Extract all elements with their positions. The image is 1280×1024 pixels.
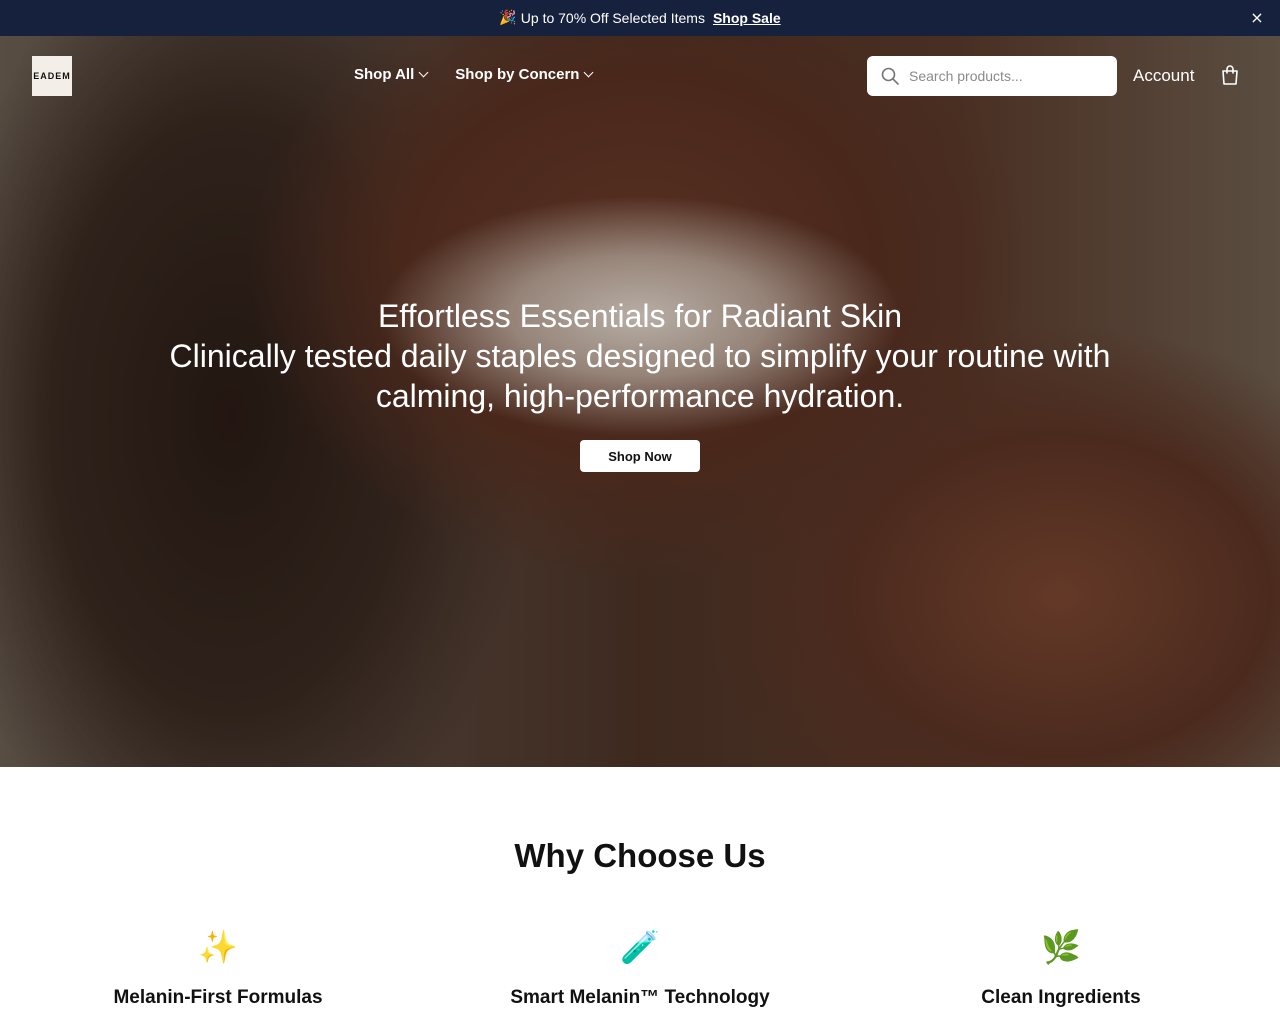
- feature-title: Smart Melanin™ Technology: [510, 987, 770, 1008]
- shop-now-button[interactable]: Shop Now: [580, 440, 700, 472]
- shop-sale-link[interactable]: Shop Sale: [713, 10, 781, 26]
- why-choose-us-section: Why Choose Us ✨ Melanin-First Formulas 🧪…: [0, 767, 1280, 1024]
- chevron-down-icon: [418, 67, 429, 78]
- announcement-text: Up to 70% Off Selected Items: [520, 10, 705, 26]
- search-icon: [881, 67, 899, 85]
- party-icon: 🎉: [499, 10, 517, 26]
- site-header: EADEM Shop All Shop by Concern Account: [0, 36, 1280, 116]
- herb-icon: 🌿: [1041, 928, 1081, 966]
- search-input[interactable]: [909, 68, 1099, 84]
- sparkles-icon: ✨: [198, 928, 238, 966]
- logo[interactable]: EADEM: [32, 56, 72, 96]
- announcement-bar: 🎉 Up to 70% Off Selected Items Shop Sale…: [0, 0, 1280, 36]
- hero-copy: Effortless Essentials for Radiant Skin C…: [0, 296, 1280, 416]
- search-box[interactable]: [867, 56, 1117, 96]
- feature-title: Clean Ingredients: [981, 987, 1141, 1008]
- chevron-down-icon: [584, 67, 594, 78]
- feature-title: Melanin-First Formulas: [113, 987, 323, 1008]
- account-link[interactable]: Account: [1133, 66, 1194, 86]
- feature-smart-melanin: 🧪 Smart Melanin™ Technology: [490, 927, 790, 1009]
- nav-shop-by-concern-label: Shop by Concern: [455, 66, 580, 83]
- test-tube-icon: 🧪: [620, 928, 660, 966]
- close-icon[interactable]: ×: [1248, 9, 1266, 27]
- nav-shop-by-concern[interactable]: Shop by Concern: [455, 66, 594, 83]
- hero-subtitle: Clinically tested daily staples designed…: [169, 338, 1111, 414]
- hero-title: Effortless Essentials for Radiant Skin: [377, 298, 903, 334]
- main-nav: Shop All Shop by Concern: [354, 66, 594, 83]
- feature-melanin-first: ✨ Melanin-First Formulas: [68, 927, 368, 1009]
- shopping-bag-icon[interactable]: [1220, 64, 1240, 86]
- nav-shop-all-label: Shop All: [354, 66, 415, 83]
- feature-clean-ingredients: 🌿 Clean Ingredients: [911, 927, 1211, 1009]
- nav-shop-all[interactable]: Shop All: [354, 66, 429, 83]
- section-title: Why Choose Us: [514, 837, 766, 874]
